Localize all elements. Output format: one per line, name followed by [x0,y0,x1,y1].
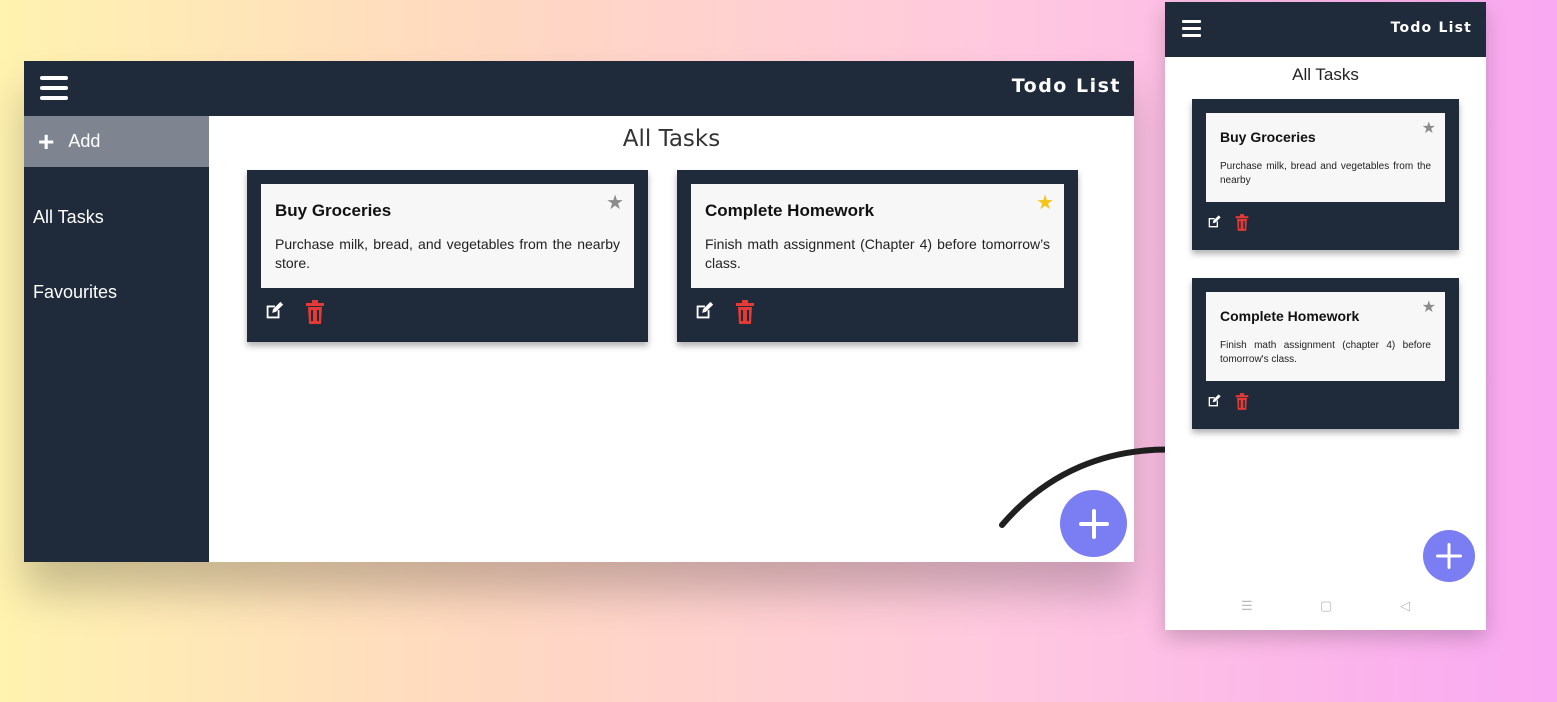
task-actions [693,300,755,324]
app-title: Todo List [1390,20,1472,36]
desktop-mockup: Todo List + Add All Tasks Favourites All… [24,61,1134,562]
task-card-body: Buy Groceries Purchase milk, bread, and … [261,184,634,288]
add-button[interactable]: + Add [24,116,209,167]
task-card-body: Buy Groceries Purchase milk, bread and v… [1206,113,1445,202]
back-triangle-icon[interactable]: ◁ [1400,598,1410,614]
task-card: Buy Groceries Purchase milk, bread, and … [247,170,648,342]
trash-icon[interactable] [735,300,755,324]
task-description: Purchase milk, bread and vegetables from… [1220,161,1431,186]
star-icon[interactable]: ★ [606,190,624,215]
hamburger-menu-icon[interactable] [40,76,68,100]
task-card: Complete Homework Finish math assignment… [677,170,1078,342]
task-description: Finish math assignment (chapter 4) befor… [1220,340,1431,365]
task-card-body: Complete Homework Finish math assignment… [1206,292,1445,381]
desktop-topbar: Todo List [24,61,1134,116]
android-nav-bar: ☰ ▢ ◁ [1165,598,1486,620]
trash-icon[interactable] [1235,393,1249,410]
task-description: Finish math assignment (Chapter 4) befor… [705,236,1050,271]
task-title: Buy Groceries [275,201,392,220]
home-square-icon[interactable]: ▢ [1320,598,1332,614]
task-card: Buy Groceries Purchase milk, bread and v… [1192,99,1459,250]
sidebar-item-all-tasks[interactable]: All Tasks [33,207,104,228]
edit-icon[interactable] [263,300,285,324]
plus-icon [1436,543,1462,569]
trash-icon[interactable] [305,300,325,324]
page-title: All Tasks [1292,65,1359,84]
task-actions [1206,393,1249,410]
hamburger-menu-icon[interactable] [1182,20,1201,37]
mobile-mockup: Todo List All Tasks Buy Groceries Purcha… [1165,2,1486,630]
edit-icon[interactable] [1206,214,1222,231]
star-icon[interactable]: ★ [1036,190,1054,215]
plus-icon: + [38,125,55,157]
mobile-topbar: Todo List [1165,2,1486,57]
page-title: All Tasks [622,126,721,152]
add-task-fab[interactable] [1423,530,1475,582]
task-title: Complete Homework [1220,308,1360,324]
task-actions [263,300,325,324]
app-title: Todo List [1011,75,1121,97]
edit-icon[interactable] [1206,393,1222,410]
recents-menu-icon[interactable]: ☰ [1241,598,1253,614]
task-description: Purchase milk, bread, and vegetables fro… [275,236,620,271]
task-title: Buy Groceries [1220,129,1316,145]
edit-icon[interactable] [693,300,715,324]
sidebar-item-favourites[interactable]: Favourites [33,282,117,303]
task-actions [1206,214,1249,231]
star-icon[interactable]: ★ [1422,297,1436,317]
trash-icon[interactable] [1235,214,1249,231]
sidebar: + Add All Tasks Favourites [24,116,209,562]
star-icon[interactable]: ★ [1422,118,1436,138]
add-label: Add [68,131,101,151]
task-title: Complete Homework [705,201,875,220]
task-card: Complete Homework Finish math assignment… [1192,278,1459,429]
task-card-body: Complete Homework Finish math assignment… [691,184,1064,288]
